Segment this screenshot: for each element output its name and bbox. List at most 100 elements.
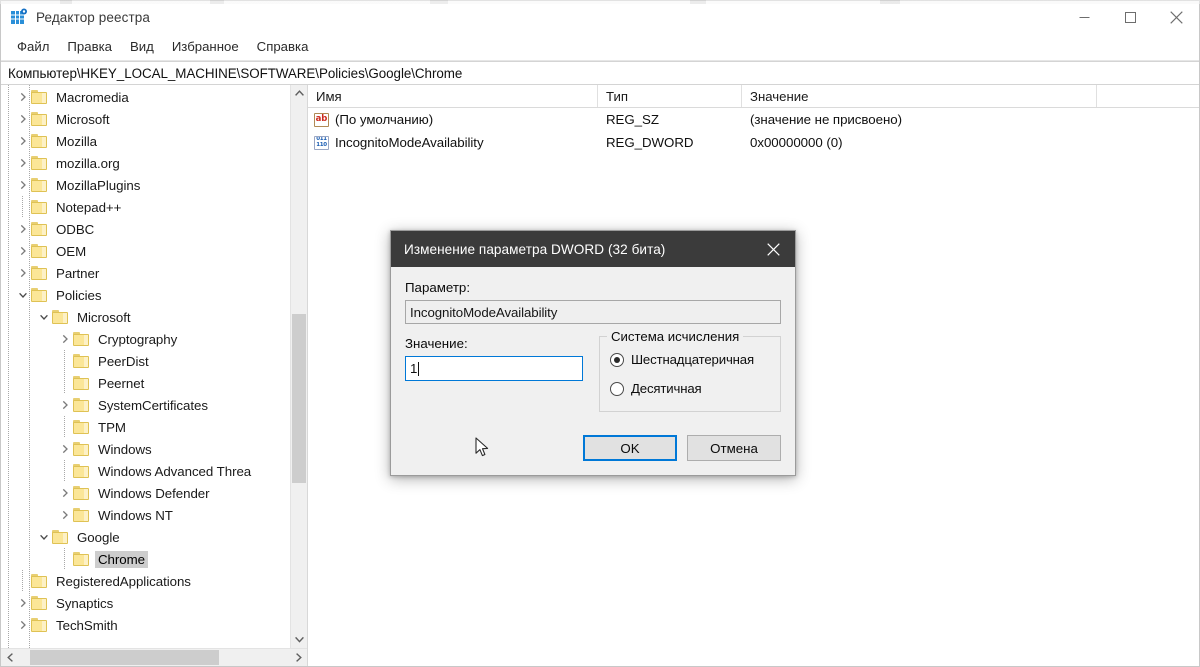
tree-item-windows-defender[interactable]: Windows Defender [1, 482, 290, 504]
tree-horizontal-scrollbar[interactable] [1, 648, 307, 666]
radio-hexadecimal-label: Шестнадцатеричная [631, 352, 754, 367]
tree-hscroll-track[interactable] [19, 649, 289, 666]
tree-scroll-thumb[interactable] [292, 313, 306, 483]
tree-item-odbc[interactable]: ODBC [1, 218, 290, 240]
table-row[interactable]: 011 110 IncognitoModeAvailability REG_DWORD… [308, 131, 1199, 154]
value-type-cell: REG_SZ [606, 112, 659, 127]
tree-item-tpm[interactable]: TPM [1, 416, 290, 438]
maximize-button[interactable] [1107, 1, 1153, 33]
value-input-text: 1 [410, 361, 418, 376]
tree-item-chrome[interactable]: Chrome [1, 548, 290, 570]
folder-icon [31, 112, 48, 126]
tree-item-label: Windows [98, 441, 152, 457]
menu-item-help[interactable]: Справка [248, 37, 318, 57]
tree-vertical-scrollbar[interactable] [290, 85, 307, 648]
tree-item-label: ODBC [56, 221, 95, 237]
chevron-right-icon[interactable] [57, 438, 73, 460]
tree-item-microsoft[interactable]: Microsoft [1, 306, 290, 328]
tree-item-mozillaplugins[interactable]: MozillaPlugins [1, 174, 290, 196]
menu-item-file[interactable]: Файл [8, 37, 58, 57]
tree-item-windows[interactable]: Windows [1, 438, 290, 460]
scroll-right-icon[interactable] [289, 649, 307, 666]
value-name: IncognitoModeAvailability [335, 135, 484, 150]
tree-viewport: Macromedia Microsoft Mozilla mozilla.org Moz… [1, 85, 307, 648]
address-bar[interactable]: Компьютер\HKEY_LOCAL_MACHINE\SOFTWARE\Po… [1, 61, 1199, 85]
table-row[interactable]: ab (По умолчанию) REG_SZ (значение не присв… [308, 108, 1199, 131]
capture-artifact-strip [0, 0, 1200, 4]
tree-scroll-track[interactable] [291, 102, 307, 631]
tree-item-cryptography[interactable]: Cryptography [1, 328, 290, 350]
column-header-type[interactable]: Тип [598, 85, 742, 107]
radio-decimal[interactable]: Десятичная [610, 376, 770, 401]
tree-item-systemcertificates[interactable]: SystemCertificates [1, 394, 290, 416]
folder-icon [31, 178, 48, 192]
folder-icon [73, 354, 90, 368]
chevron-right-icon[interactable] [57, 504, 73, 526]
scroll-left-icon[interactable] [1, 649, 19, 666]
scroll-up-icon[interactable] [291, 85, 307, 102]
tree-item-windows-advanced-threa[interactable]: Windows Advanced Threa [1, 460, 290, 482]
chevron-down-icon[interactable] [36, 526, 52, 548]
tree-item-oem[interactable]: OEM [1, 240, 290, 262]
tree-item-windows-nt[interactable]: Windows NT [1, 504, 290, 526]
folder-icon [73, 486, 90, 500]
tree-item-registeredapplications[interactable]: RegisteredApplications [1, 570, 290, 592]
tree-item-label: TechSmith [56, 617, 118, 633]
folder-icon [31, 288, 48, 302]
radio-hexadecimal-icon[interactable] [610, 352, 624, 367]
menu-item-edit[interactable]: Правка [58, 37, 121, 57]
folder-icon [73, 442, 90, 456]
tree-item-label: Macromedia [56, 89, 129, 105]
folder-icon [31, 266, 48, 280]
registry-dword-icon: 011 110 [314, 135, 329, 150]
chevron-down-icon[interactable] [36, 306, 52, 328]
chevron-right-icon[interactable] [57, 328, 73, 350]
registry-string-icon: ab [314, 112, 329, 127]
folder-icon [31, 90, 48, 104]
tree-item-synaptics[interactable]: Synaptics [1, 592, 290, 614]
column-header-filler [1097, 85, 1199, 107]
tree-item-label: RegisteredApplications [56, 573, 191, 589]
tree-item-notepad[interactable]: Notepad++ [1, 196, 290, 218]
registry-tree[interactable]: Macromedia Microsoft Mozilla mozilla.org Moz… [1, 85, 290, 648]
tree-item-techsmith[interactable]: TechSmith [1, 614, 290, 636]
registry-editor-icon [10, 8, 28, 26]
tree-item-mozilla[interactable]: Mozilla [1, 130, 290, 152]
tree-item-peernet[interactable]: Peernet [1, 372, 290, 394]
base-radio-group: Система исчисления Шестнадцатеричная Дес… [599, 329, 781, 412]
menu-item-view[interactable]: Вид [121, 37, 163, 57]
tree-leaf-connector [57, 416, 73, 438]
tree-hscroll-thumb[interactable] [29, 650, 219, 665]
tree-item-label: Windows Advanced Threa [98, 463, 252, 479]
tree-item-mozilla-org[interactable]: mozilla.org [1, 152, 290, 174]
cancel-button[interactable]: Отмена [687, 435, 781, 461]
folder-icon [73, 464, 90, 478]
tree-item-macromedia[interactable]: Macromedia [1, 86, 290, 108]
tree-item-label: TPM [98, 419, 126, 435]
dialog-body: Параметр: IncognitoModeAvailability Знач… [391, 267, 795, 475]
close-button[interactable] [1153, 1, 1199, 33]
value-input[interactable]: 1 [405, 356, 583, 381]
minimize-button[interactable] [1061, 1, 1107, 33]
tree-guide-line [8, 85, 9, 648]
chevron-right-icon[interactable] [57, 482, 73, 504]
tree-item-peerdist[interactable]: PeerDist [1, 350, 290, 372]
column-header-name[interactable]: Имя [308, 85, 598, 107]
tree-item-label: Policies [56, 287, 102, 303]
scroll-down-icon[interactable] [291, 631, 307, 648]
tree-item-microsoft[interactable]: Microsoft [1, 108, 290, 130]
folder-icon [73, 552, 90, 566]
tree-item-google[interactable]: Google [1, 526, 290, 548]
tree-item-label: Notepad++ [56, 199, 122, 215]
radio-decimal-icon[interactable] [610, 381, 624, 396]
value-data-cell: 0x00000000 (0) [750, 135, 843, 150]
ok-button[interactable]: OK [583, 435, 677, 461]
value-name: (По умолчанию) [335, 112, 434, 127]
radio-hexadecimal[interactable]: Шестнадцатеричная [610, 347, 770, 372]
menu-item-favorites[interactable]: Избранное [163, 37, 248, 57]
dialog-close-icon[interactable] [751, 231, 795, 267]
tree-item-policies[interactable]: Policies [1, 284, 290, 306]
column-header-value[interactable]: Значение [742, 85, 1097, 107]
tree-item-partner[interactable]: Partner [1, 262, 290, 284]
chevron-right-icon[interactable] [57, 394, 73, 416]
